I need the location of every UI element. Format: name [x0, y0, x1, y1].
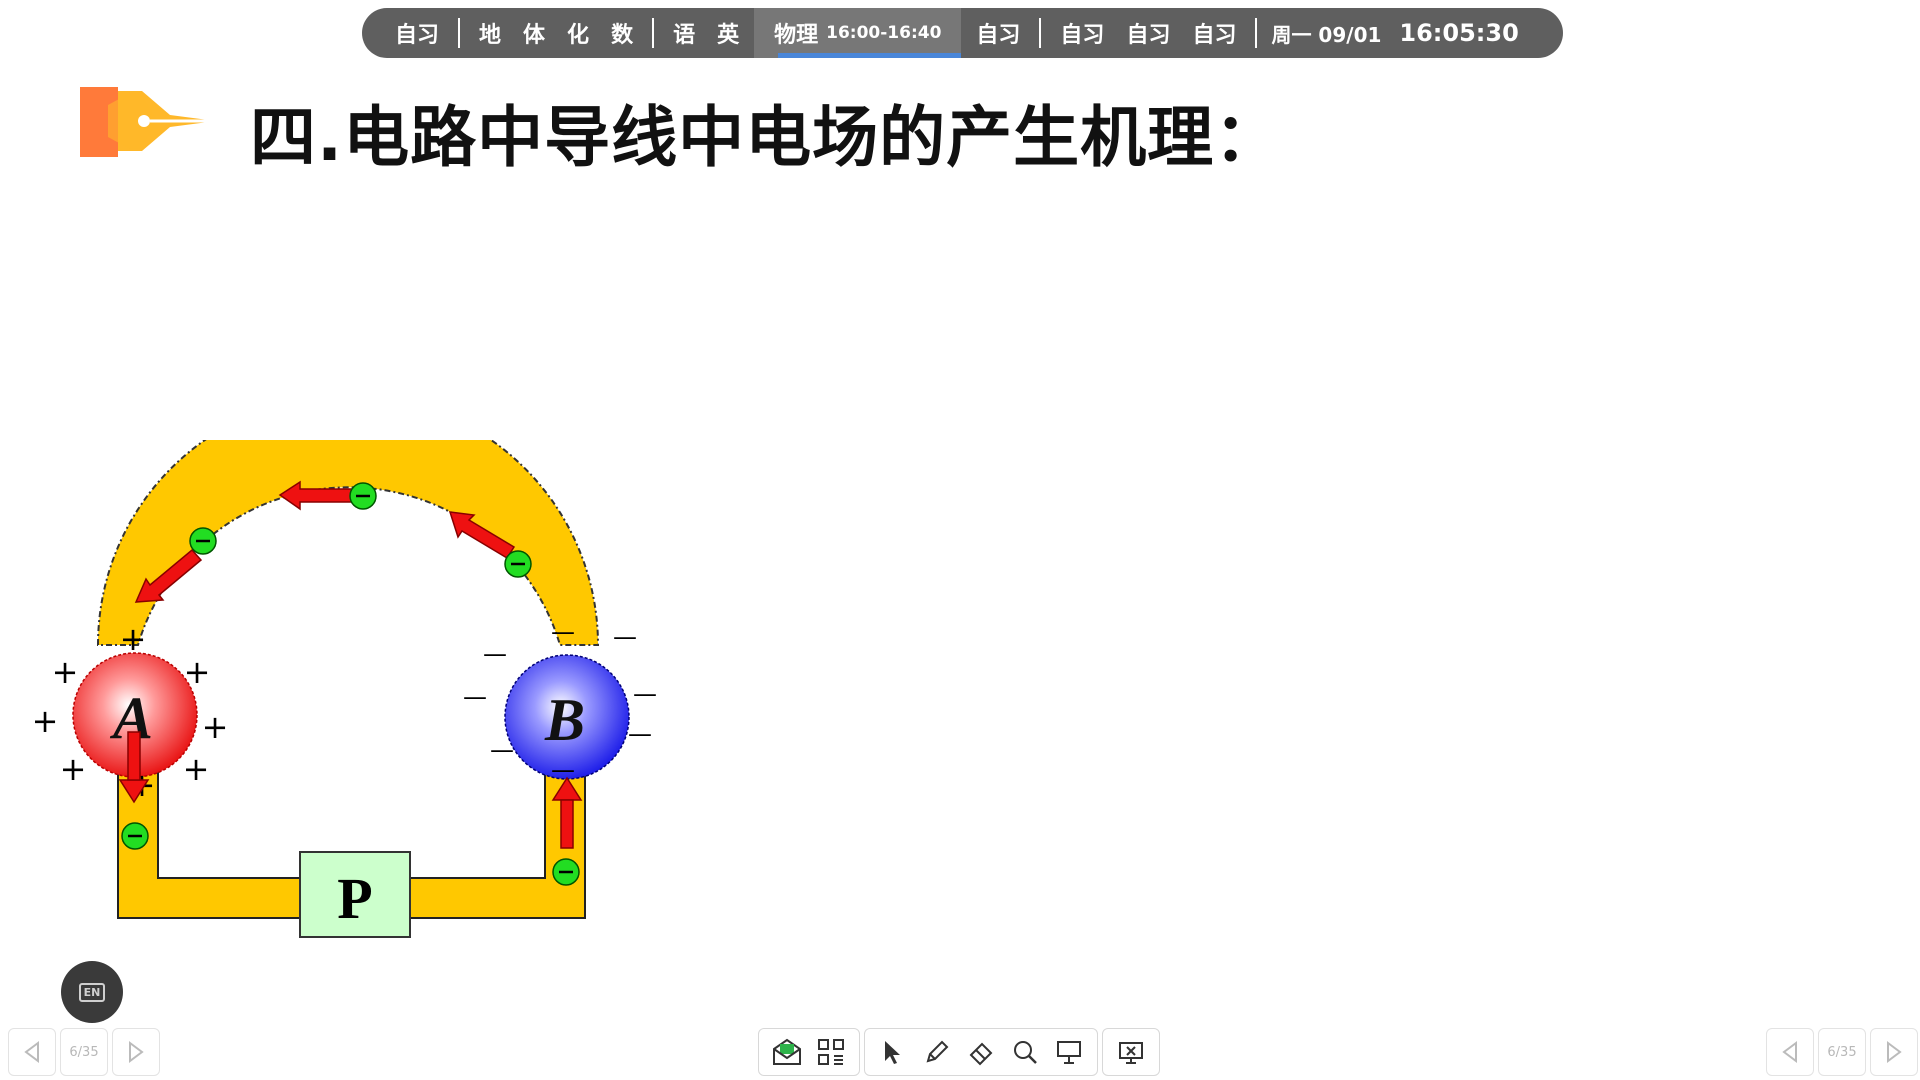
- svg-text:—: —: [463, 683, 487, 711]
- schedule-date: 周一 09/01: [1271, 22, 1382, 47]
- schedule-separator: [1255, 18, 1258, 48]
- toolbar-group: [758, 1028, 860, 1076]
- schedule-item: 语: [673, 23, 696, 48]
- schedule-separator: [1039, 18, 1042, 48]
- prev-page-button-right[interactable]: [1766, 1028, 1814, 1076]
- current-subject: 物理: [774, 23, 819, 48]
- pen-icon[interactable]: [915, 1030, 959, 1074]
- language-label: EN: [78, 982, 106, 1002]
- schedule-item: 自习: [976, 23, 1021, 48]
- schedule-item: 体: [523, 23, 546, 48]
- arch-wire: [96, 440, 600, 646]
- svg-text:+: +: [184, 653, 211, 691]
- eraser-icon[interactable]: [959, 1030, 1003, 1074]
- pen-nib-icon: [80, 87, 216, 157]
- schedule-separator: [652, 18, 655, 48]
- svg-text:—: —: [613, 623, 637, 651]
- svg-text:—: —: [628, 720, 652, 748]
- mail-icon[interactable]: [765, 1030, 809, 1074]
- bottom-toolbar: [758, 1028, 1160, 1078]
- svg-text:+: +: [120, 620, 147, 658]
- electron: [349, 482, 377, 510]
- close-board-icon[interactable]: [1109, 1030, 1153, 1074]
- sphere-b-label: B: [544, 687, 585, 753]
- chevron-right-icon: [129, 1041, 144, 1063]
- schedule-item: 数: [611, 23, 634, 48]
- schedule-bar: 自习 地 体 化 数 语 英 物理 16:00-16:40 自习 自习 自习 自…: [362, 8, 1563, 58]
- search-icon[interactable]: [1003, 1030, 1047, 1074]
- svg-text:—: —: [633, 680, 657, 708]
- language-toggle-button[interactable]: EN: [61, 961, 123, 1023]
- page-number: 6/35: [69, 1044, 99, 1060]
- svg-text:+: +: [52, 653, 79, 691]
- grid-icon[interactable]: [809, 1030, 853, 1074]
- schedule-separator: [458, 18, 461, 48]
- schedule-item: 自习: [1192, 23, 1237, 48]
- svg-text:+: +: [32, 702, 59, 740]
- schedule-current-class: 物理 16:00-16:40: [754, 8, 962, 58]
- svg-text:—: —: [490, 736, 514, 764]
- chevron-right-icon: [1887, 1041, 1902, 1063]
- electron: [189, 527, 217, 555]
- schedule-item: 自习: [395, 23, 440, 48]
- schedule-clock: 16:05:30: [1399, 19, 1519, 47]
- page-indicator-left[interactable]: 6/35: [60, 1028, 108, 1076]
- svg-text:+: +: [60, 750, 87, 788]
- page-number: 6/35: [1827, 1044, 1857, 1060]
- svg-text:—: —: [551, 756, 575, 784]
- prev-page-button-left[interactable]: [8, 1028, 56, 1076]
- svg-text:+: +: [202, 708, 229, 746]
- presenter-icon[interactable]: [1047, 1030, 1091, 1074]
- chevron-left-icon: [1782, 1041, 1797, 1063]
- svg-text:—: —: [483, 640, 507, 668]
- svg-text:+: +: [183, 750, 210, 788]
- schedule-item: 自习: [1060, 23, 1105, 48]
- svg-text:—: —: [551, 618, 575, 646]
- slide-title: 四.电路中导线中电场的产生机理：: [250, 99, 1282, 176]
- electron: [504, 550, 532, 578]
- next-page-button-left[interactable]: [112, 1028, 160, 1076]
- schedule-item: 地: [479, 23, 502, 48]
- toolbar-group: [1102, 1028, 1160, 1076]
- chevron-left-icon: [24, 1041, 39, 1063]
- toolbar-group: [864, 1028, 1098, 1076]
- cursor-icon[interactable]: [871, 1030, 915, 1074]
- page-indicator-right[interactable]: 6/35: [1818, 1028, 1866, 1076]
- schedule-item: 英: [717, 23, 740, 48]
- electron: [121, 822, 149, 850]
- current-time-range: 16:00-16:40: [826, 23, 942, 43]
- next-page-button-right[interactable]: [1870, 1028, 1918, 1076]
- electron: [552, 858, 580, 886]
- schedule-item: 自习: [1126, 23, 1171, 48]
- schedule-item: 化: [567, 23, 590, 48]
- p-label: P: [337, 866, 372, 931]
- circuit-diagram: P A + + + + + + + + B — — — — — — — —: [32, 440, 657, 938]
